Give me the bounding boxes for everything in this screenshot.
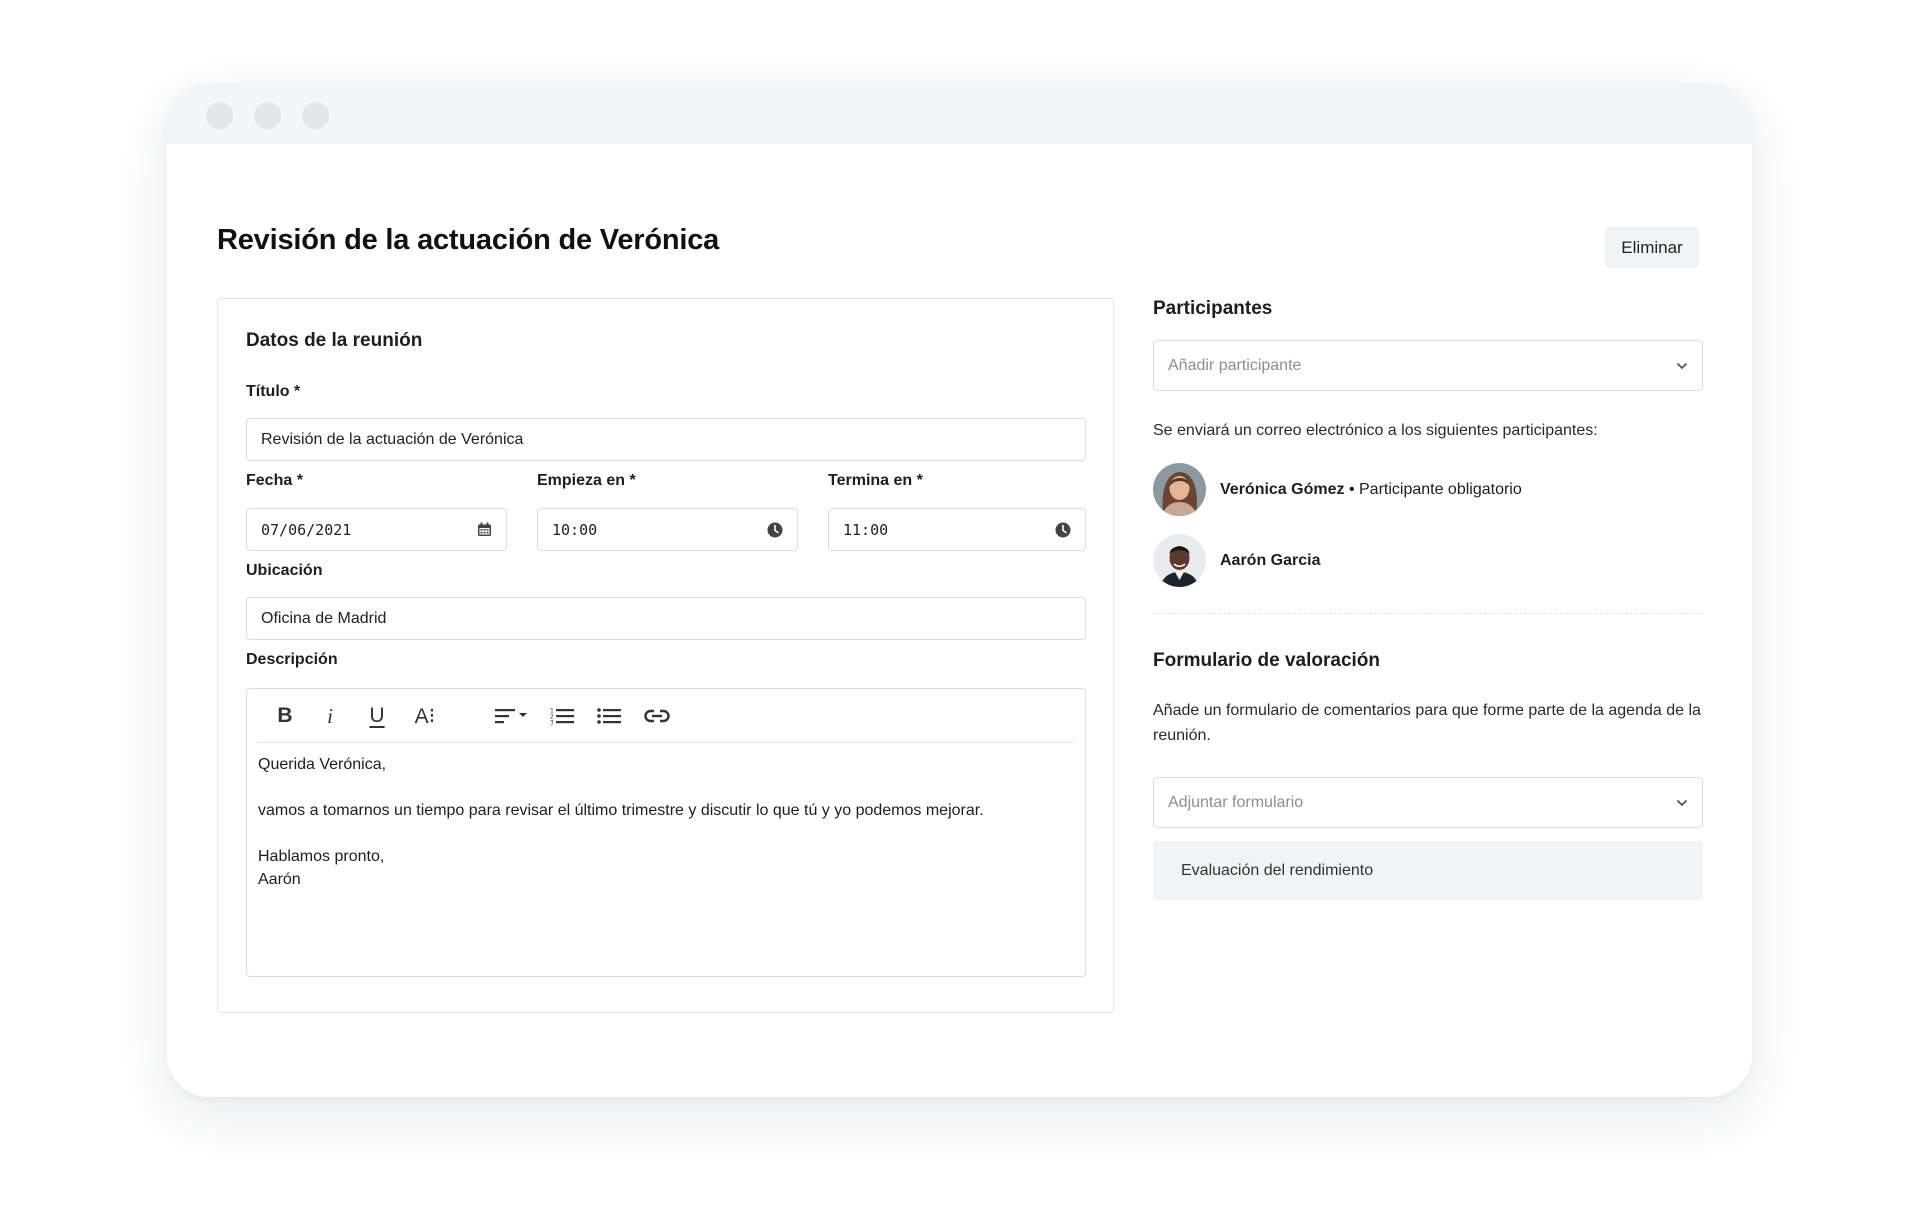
avatar-veronica <box>1153 463 1206 516</box>
meeting-details-title: Datos de la reunión <box>246 330 423 351</box>
date-label: Fecha * <box>246 472 303 489</box>
date-input[interactable]: 07/06/2021 <box>246 508 507 551</box>
window-close-dot[interactable] <box>206 102 233 129</box>
feedback-title: Formulario de valoración <box>1153 650 1380 671</box>
attached-form-item[interactable]: Evaluación del rendimiento <box>1153 841 1703 900</box>
chevron-down-icon <box>1676 794 1688 812</box>
clock-icon[interactable] <box>767 522 783 538</box>
start-label: Empieza en * <box>537 472 636 489</box>
editor-content[interactable]: Querida Verónica, vamos a tomarnos un ti… <box>258 753 984 891</box>
meeting-details-card: Datos de la reunión Título * Revisión de… <box>217 298 1114 1013</box>
email-notice: Se enviará un correo electrónico a los s… <box>1153 422 1598 439</box>
svg-text:3: 3 <box>550 720 554 726</box>
link-icon[interactable] <box>643 703 671 729</box>
title-label: Título * <box>246 383 301 400</box>
ordered-list-icon[interactable]: 1 2 3 <box>549 703 575 729</box>
editor-line: Hablamos pronto, <box>258 848 385 865</box>
end-label: Termina en * <box>828 472 923 489</box>
section-divider <box>1153 613 1703 614</box>
delete-button[interactable]: Eliminar <box>1605 227 1699 268</box>
participant-row: Aarón Garcia <box>1153 534 1320 587</box>
window-titlebar <box>167 84 1752 144</box>
participant-role: • Participante obligatorio <box>1344 480 1522 498</box>
participant-info: Aarón Garcia <box>1220 552 1320 570</box>
app-window: Revisión de la actuación de Verónica Eli… <box>167 84 1752 1097</box>
attach-form-select[interactable]: Adjuntar formulario <box>1153 777 1703 828</box>
font-size-button[interactable]: A⁝ <box>410 703 440 729</box>
avatar-aaron <box>1153 534 1206 587</box>
page-title: Revisión de la actuación de Verónica <box>217 224 720 256</box>
clock-icon[interactable] <box>1055 522 1071 538</box>
date-input-value: 07/06/2021 <box>261 520 352 539</box>
italic-button[interactable]: i <box>320 703 340 729</box>
title-input-value: Revisión de la actuación de Verónica <box>261 430 524 448</box>
window-maximize-dot[interactable] <box>302 102 329 129</box>
bold-button[interactable]: B <box>272 703 298 729</box>
location-label: Ubicación <box>246 562 323 579</box>
location-input[interactable]: Oficina de Madrid <box>246 597 1086 640</box>
underline-button[interactable]: U <box>364 703 390 729</box>
add-participant-placeholder: Añadir participante <box>1168 356 1302 374</box>
end-time-input[interactable]: 11:00 <box>828 508 1086 551</box>
editor-line: vamos a tomarnos un tiempo para revisar … <box>258 802 984 819</box>
align-dropdown-icon[interactable] <box>494 703 530 729</box>
description-label: Descripción <box>246 651 338 668</box>
calendar-icon[interactable] <box>476 522 492 538</box>
chevron-down-icon <box>1676 357 1688 375</box>
feedback-description: Añade un formulario de comentarios para … <box>1153 702 1701 744</box>
bullet-list-icon[interactable] <box>596 703 622 729</box>
participant-name: Aarón Garcia <box>1220 551 1321 569</box>
participant-info: Verónica Gómez • Participante obligatori… <box>1220 481 1522 499</box>
start-time-value: 10:00 <box>552 520 598 539</box>
attach-form-placeholder: Adjuntar formulario <box>1168 793 1304 811</box>
editor-line: Aarón <box>258 871 301 888</box>
participant-row: Verónica Gómez • Participante obligatori… <box>1153 463 1522 516</box>
location-input-value: Oficina de Madrid <box>261 609 387 627</box>
add-participant-select[interactable]: Añadir participante <box>1153 340 1703 391</box>
editor-toolbar: B i U A⁝ 1 2 3 <box>258 689 1074 743</box>
title-input[interactable]: Revisión de la actuación de Verónica <box>246 418 1086 461</box>
end-time-value: 11:00 <box>843 520 889 539</box>
description-editor[interactable]: B i U A⁝ 1 2 3 Querida Verónica, vamos a… <box>246 688 1086 977</box>
participant-name: Verónica Gómez <box>1220 480 1345 498</box>
start-time-input[interactable]: 10:00 <box>537 508 798 551</box>
editor-line: Querida Verónica, <box>258 756 387 773</box>
participants-title: Participantes <box>1153 298 1273 319</box>
window-minimize-dot[interactable] <box>254 102 281 129</box>
